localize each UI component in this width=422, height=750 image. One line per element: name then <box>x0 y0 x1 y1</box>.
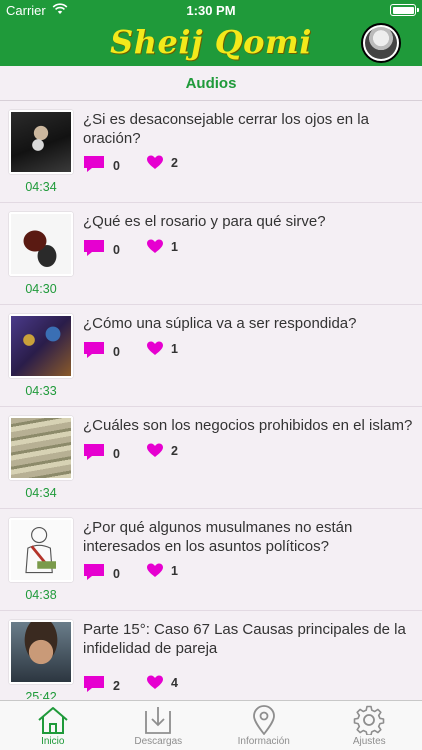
section-title: Audios <box>0 66 422 101</box>
heart-icon[interactable] <box>147 155 163 170</box>
comment-bubble-icon[interactable] <box>83 341 105 359</box>
comment-count: 0 <box>113 345 120 359</box>
like-count: 1 <box>171 240 178 254</box>
tab-descargas[interactable]: Descargas <box>106 701 212 750</box>
battery-icon <box>390 4 419 16</box>
heart-icon[interactable] <box>147 239 163 254</box>
status-bar: Carrier 1:30 PM <box>0 0 422 20</box>
audio-title[interactable]: ¿Si es desaconsejable cerrar los ojos en… <box>83 110 413 148</box>
audio-duration: 04:33 <box>25 384 57 398</box>
profile-button[interactable] <box>361 23 401 63</box>
status-time: 1:30 PM <box>186 3 236 18</box>
like-count: 1 <box>171 342 178 356</box>
audio-list-item[interactable]: 25:42 Parte 15°: Caso 67 Las Causas prin… <box>0 611 422 699</box>
heart-icon[interactable] <box>147 341 163 356</box>
audio-thumbnail <box>9 416 73 480</box>
comment-bubble-icon[interactable] <box>83 443 105 461</box>
audio-title[interactable]: ¿Por qué algunos musulmanes no están int… <box>83 518 413 556</box>
audio-title[interactable]: ¿Cómo una súplica va a ser respondida? <box>83 314 413 333</box>
tab-label: Ajustes <box>352 736 386 747</box>
tab-informacion[interactable]: Información <box>211 701 317 750</box>
like-count: 2 <box>171 156 178 170</box>
audio-thumbnail <box>9 620 73 684</box>
comment-count: 0 <box>113 567 120 581</box>
audio-list-item[interactable]: 04:33 ¿Cómo una súplica va a ser respond… <box>0 305 422 407</box>
home-icon <box>38 707 68 734</box>
audio-duration: 04:38 <box>25 588 57 602</box>
audio-list-item[interactable]: 04:30 ¿Qué es el rosario y para qué sirv… <box>0 203 422 305</box>
heart-icon[interactable] <box>147 443 163 458</box>
audio-duration: 04:34 <box>25 180 57 194</box>
tab-label: Información <box>237 736 290 747</box>
audio-thumbnail <box>9 212 73 276</box>
tab-label: Inicio <box>41 736 65 747</box>
heart-icon[interactable] <box>147 675 163 690</box>
location-pin-icon <box>252 705 275 735</box>
audio-thumbnail <box>9 518 73 582</box>
tab-label: Descargas <box>134 736 183 747</box>
audio-list-item[interactable]: 04:38 ¿Por qué algunos musulmanes no est… <box>0 509 422 611</box>
like-count: 1 <box>171 564 178 578</box>
app-header: Carrier 1:30 PM Sheij Qomi <box>0 0 422 66</box>
heart-icon[interactable] <box>147 563 163 578</box>
download-icon <box>145 707 172 734</box>
audio-duration: 25:42 <box>25 690 57 699</box>
like-count: 4 <box>171 676 178 690</box>
audio-title[interactable]: ¿Cuáles son los negocios prohibidos en e… <box>83 416 413 435</box>
tab-ajustes[interactable]: Ajustes <box>317 701 422 750</box>
comment-bubble-icon[interactable] <box>83 155 105 173</box>
profile-photo-icon <box>365 27 397 59</box>
audio-list-item[interactable]: 04:34 ¿Cuáles son los negocios prohibido… <box>0 407 422 509</box>
audio-thumbnail <box>9 314 73 378</box>
comment-count: 2 <box>113 679 120 693</box>
tab-inicio[interactable]: Inicio <box>0 701 106 750</box>
audio-duration: 04:30 <box>25 282 57 296</box>
gear-icon <box>353 705 385 735</box>
audio-title[interactable]: ¿Qué es el rosario y para qué sirve? <box>83 212 413 231</box>
audio-title[interactable]: Parte 15°: Caso 67 Las Causas principale… <box>83 620 413 658</box>
audio-duration: 04:34 <box>25 486 57 500</box>
app-logo: Sheij Qomi <box>110 23 312 61</box>
audio-list-item[interactable]: 04:34 ¿Si es desaconsejable cerrar los o… <box>0 101 422 203</box>
tab-bar: Inicio Descargas Información Ajustes <box>0 700 422 750</box>
comment-bubble-icon[interactable] <box>83 239 105 257</box>
like-count: 2 <box>171 444 178 458</box>
comment-bubble-icon[interactable] <box>83 563 105 581</box>
audio-thumbnail <box>9 110 73 174</box>
audio-list[interactable]: 04:34 ¿Si es desaconsejable cerrar los o… <box>0 101 422 699</box>
comment-count: 0 <box>113 447 120 461</box>
comment-count: 0 <box>113 243 120 257</box>
comment-bubble-icon[interactable] <box>83 675 105 693</box>
comment-count: 0 <box>113 159 120 173</box>
